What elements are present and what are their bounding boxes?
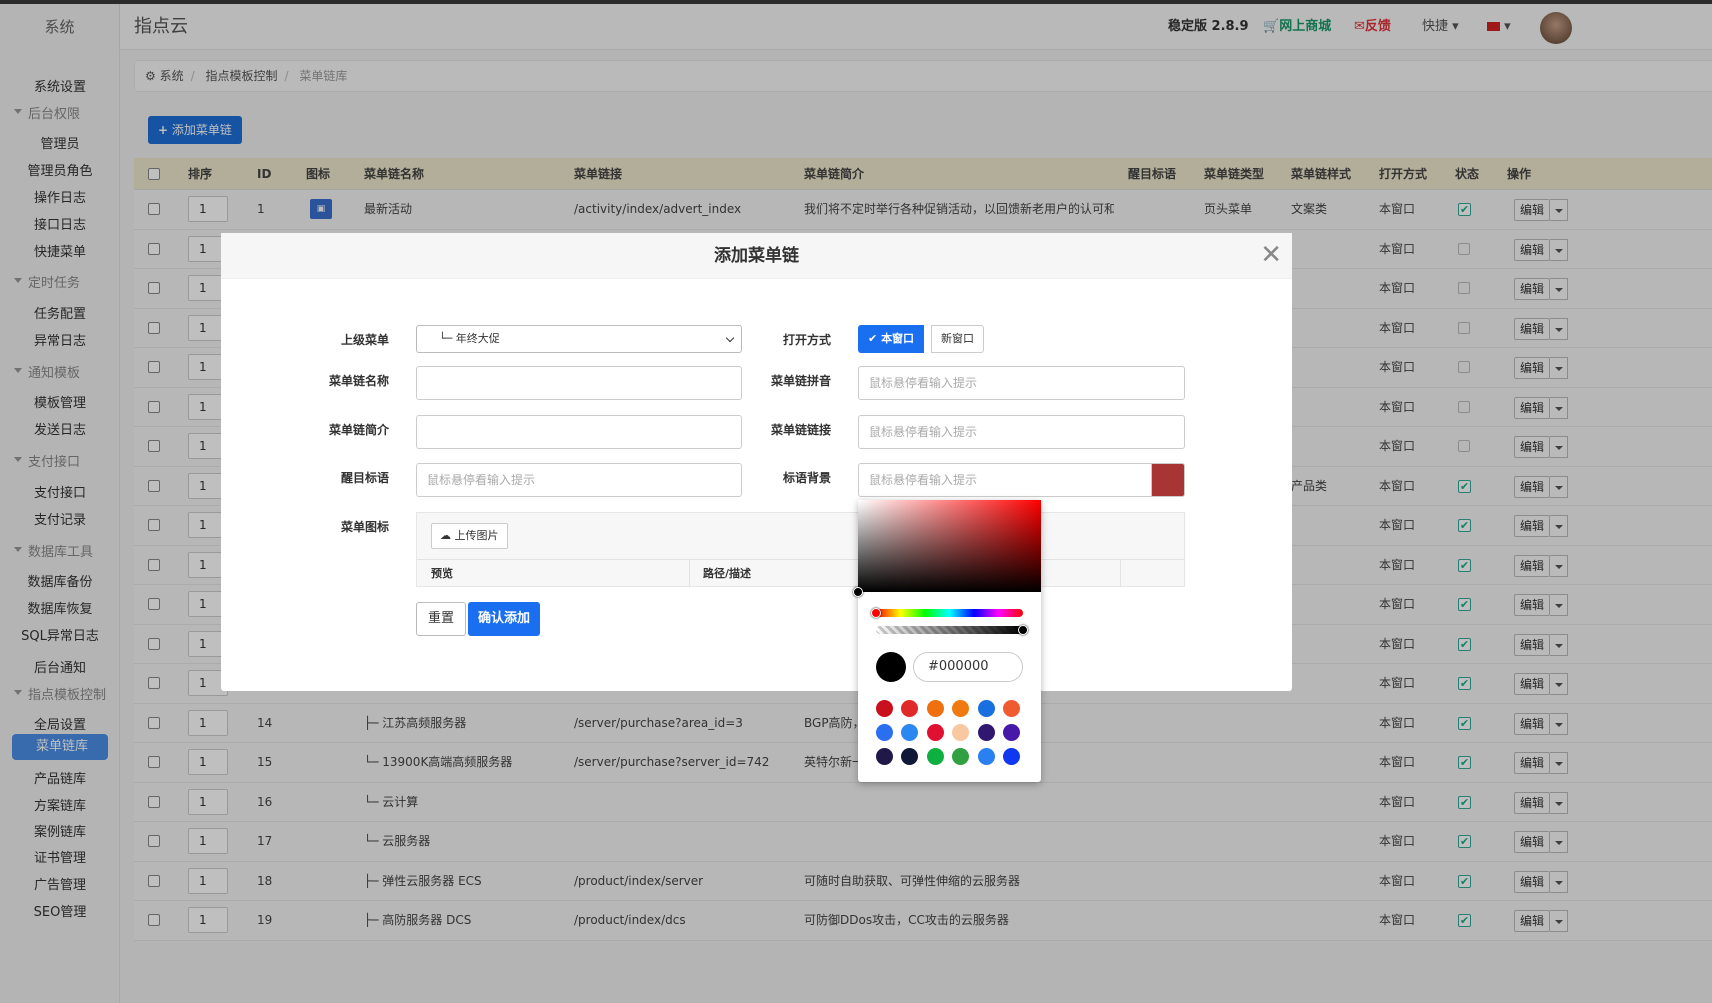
color-swatch[interactable] bbox=[926, 724, 944, 741]
open-self-label: 本窗口 bbox=[881, 332, 915, 345]
color-swatch[interactable] bbox=[977, 724, 995, 741]
link-label: 菜单链链接 bbox=[770, 423, 831, 437]
sv-handle[interactable] bbox=[853, 587, 863, 597]
upload-label: 上传图片 bbox=[454, 529, 499, 542]
alpha-slider[interactable] bbox=[876, 626, 1023, 634]
slogan-bg-color-swatch[interactable] bbox=[1151, 463, 1185, 497]
color-swatch[interactable] bbox=[876, 748, 893, 765]
color-swatch[interactable] bbox=[901, 748, 919, 765]
color-swatch[interactable] bbox=[926, 700, 944, 717]
color-swatch[interactable] bbox=[876, 724, 893, 741]
slogan-input[interactable]: 鼠标悬停看输入提示 bbox=[416, 463, 742, 497]
color-picker-popup: #000000 bbox=[853, 500, 1041, 782]
color-swatch[interactable] bbox=[901, 700, 919, 717]
color-swatch[interactable] bbox=[977, 700, 995, 717]
upload-image-button[interactable]: ☁ 上传图片 bbox=[431, 523, 508, 549]
alpha-handle[interactable] bbox=[1018, 625, 1028, 635]
color-swatch[interactable] bbox=[901, 724, 919, 741]
color-swatch[interactable] bbox=[1003, 700, 1020, 717]
parent-menu-label: 上级菜单 bbox=[340, 333, 389, 347]
check-icon: ✔ bbox=[868, 332, 878, 345]
color-swatch[interactable] bbox=[926, 748, 944, 765]
color-swatch[interactable] bbox=[952, 724, 970, 741]
saturation-value-area[interactable] bbox=[858, 500, 1041, 592]
slogan-label: 醒目标语 bbox=[340, 471, 389, 485]
reset-button[interactable]: 重置 bbox=[416, 602, 467, 636]
open-mode-label: 打开方式 bbox=[782, 333, 831, 347]
parent-menu-select[interactable]: └─ 年终大促 bbox=[416, 325, 742, 353]
pinyin-label: 菜单链拼音 bbox=[770, 374, 831, 388]
color-swatch[interactable] bbox=[1003, 748, 1020, 765]
slogan-bg-label: 标语背景 bbox=[782, 471, 831, 485]
color-swatch[interactable] bbox=[952, 700, 970, 717]
close-icon[interactable]: ✕ bbox=[1260, 239, 1282, 271]
hue-handle[interactable] bbox=[871, 608, 881, 618]
intro-input[interactable] bbox=[416, 415, 742, 449]
link-input[interactable]: 鼠标悬停看输入提示 bbox=[858, 415, 1185, 449]
slogan-bg-input[interactable]: 鼠标悬停看输入提示 bbox=[858, 463, 1152, 497]
open-self-option[interactable]: ✔ 本窗口 bbox=[858, 325, 925, 353]
cloud-upload-icon: ☁ bbox=[440, 529, 451, 542]
name-input[interactable] bbox=[416, 366, 742, 400]
hex-input[interactable]: #000000 bbox=[913, 652, 1023, 682]
current-color-preview bbox=[876, 652, 906, 682]
add-menu-link-dialog: 添加菜单链 ✕ 上级菜单 └─ 年终大促 打开方式 ✔ 本窗口 新窗口 菜单链名… bbox=[221, 233, 1292, 691]
dialog-title: 添加菜单链 bbox=[221, 233, 1292, 279]
col-path: 路径/描述 bbox=[703, 567, 752, 580]
hue-slider[interactable] bbox=[876, 609, 1023, 617]
color-swatch[interactable] bbox=[977, 748, 995, 765]
icon-label: 菜单图标 bbox=[340, 520, 389, 534]
color-swatch[interactable] bbox=[1003, 724, 1020, 741]
color-swatch[interactable] bbox=[952, 748, 970, 765]
intro-label: 菜单链简介 bbox=[328, 423, 389, 437]
col-preview: 预览 bbox=[431, 567, 453, 580]
icon-upload-panel: ☁ 上传图片 预览 路径/描述 bbox=[416, 512, 1185, 587]
pinyin-input[interactable]: 鼠标悬停看输入提示 bbox=[858, 366, 1185, 400]
upload-table-header: 预览 路径/描述 bbox=[417, 559, 1184, 587]
color-swatch[interactable] bbox=[876, 700, 893, 717]
name-label: 菜单链名称 bbox=[328, 374, 389, 388]
open-new-option[interactable]: 新窗口 bbox=[931, 325, 984, 353]
submit-button[interactable]: 确认添加 bbox=[468, 602, 541, 636]
